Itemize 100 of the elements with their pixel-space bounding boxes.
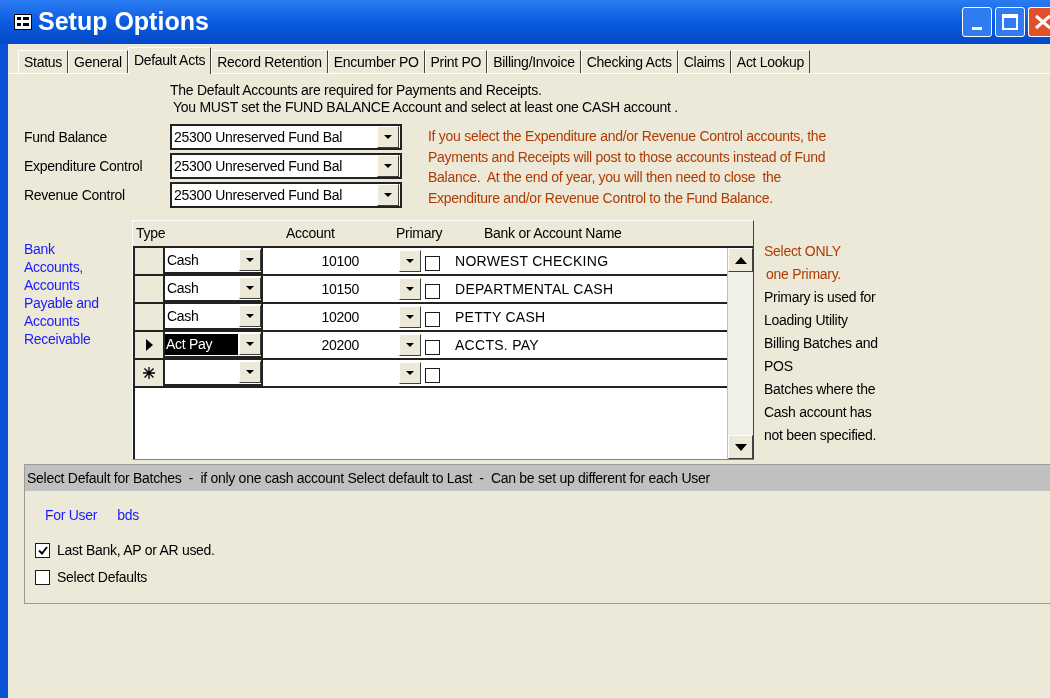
- caret-icon: [406, 286, 414, 292]
- dropdown-button[interactable]: [239, 249, 261, 271]
- warning-text: Select ONLY: [764, 242, 841, 261]
- dropdown-button[interactable]: [399, 250, 421, 272]
- help-text: Cash account has: [764, 403, 872, 422]
- tab[interactable]: Encumber PO: [327, 50, 425, 73]
- tab[interactable]: Billing/Invoice: [487, 50, 581, 73]
- grid-label: Accounts: [24, 312, 80, 330]
- caret-icon: [406, 258, 414, 264]
- tab[interactable]: General: [68, 50, 128, 73]
- dropdown-button[interactable]: [239, 333, 261, 355]
- close-button[interactable]: [1028, 7, 1050, 37]
- table-cell-text: NORWEST CHECKING: [455, 251, 609, 271]
- field-label: Revenue Control: [24, 185, 126, 205]
- checkbox[interactable]: [425, 255, 440, 271]
- checkbox[interactable]: [425, 283, 440, 299]
- account-dropdown[interactable]: 10100: [263, 248, 421, 274]
- tab[interactable]: Print PO: [424, 50, 488, 73]
- checkbox[interactable]: [425, 339, 440, 355]
- column-header: Bank or Account Name: [484, 224, 622, 243]
- field-label: Fund Balance: [24, 127, 109, 147]
- caret-icon: [246, 313, 254, 319]
- minimize-button[interactable]: [962, 7, 992, 37]
- type-dropdown[interactable]: Cash: [163, 304, 263, 330]
- caret-icon: [246, 285, 254, 291]
- tab[interactable]: Checking Acts: [580, 50, 678, 73]
- tab[interactable]: Status: [18, 50, 68, 73]
- help-text: not been specified.: [764, 426, 877, 445]
- checkbox[interactable]: [425, 367, 440, 383]
- dropdown-button[interactable]: [377, 126, 399, 148]
- maximize-button[interactable]: [995, 7, 1025, 37]
- account-dropdown[interactable]: 25300 Unreserved Fund Bal: [170, 182, 402, 208]
- dropdown-button[interactable]: [239, 305, 261, 327]
- checkbox-label: Select Defaults: [57, 568, 147, 587]
- scroll-up-button[interactable]: [728, 248, 753, 272]
- current-row-icon: [145, 339, 153, 351]
- checkbox[interactable]: [35, 570, 50, 585]
- caret-icon: [384, 163, 392, 169]
- caret-icon: [384, 134, 392, 140]
- caret-icon: [246, 341, 254, 347]
- warning-text: one Primary.: [765, 265, 841, 284]
- dropdown-button[interactable]: [377, 184, 399, 206]
- user-label: For User: [45, 506, 98, 525]
- table-cell-text: DEPARTMENTAL CASH: [455, 279, 614, 299]
- dropdown-button[interactable]: [239, 361, 261, 383]
- type-dropdown[interactable]: Cash: [163, 276, 263, 302]
- account-dropdown[interactable]: 25300 Unreserved Fund Bal: [170, 124, 402, 150]
- scroll-down-button[interactable]: [728, 435, 753, 459]
- type-dropdown[interactable]: [163, 360, 263, 386]
- help-text: Billing Batches and: [764, 334, 878, 353]
- table-cell-text: PETTY CASH: [455, 307, 546, 327]
- row-selector[interactable]: [135, 360, 163, 386]
- account-dropdown[interactable]: 10150: [263, 276, 421, 302]
- help-text: Batches where the: [764, 380, 876, 399]
- caret-icon: [406, 314, 414, 320]
- type-dropdown[interactable]: Act Pay: [163, 332, 263, 358]
- checkbox[interactable]: [35, 543, 50, 558]
- note-text: If you select the Expenditure and/or Revenue Control accounts, the: [428, 127, 826, 146]
- dropdown-button[interactable]: [399, 334, 421, 356]
- field-label: Expenditure Control: [24, 156, 144, 176]
- checkbox-label: Last Bank, AP or AR used.: [57, 541, 215, 560]
- note-text: Balance. At the end of year, you will then need to close the: [428, 168, 782, 187]
- help-text: POS: [764, 357, 793, 376]
- dropdown-button[interactable]: [377, 155, 399, 177]
- caret-icon: [384, 192, 392, 198]
- tab[interactable]: Record Retention: [211, 50, 328, 73]
- row-selector[interactable]: [135, 332, 163, 358]
- column-header: Account: [286, 224, 336, 243]
- dropdown-button[interactable]: [399, 362, 421, 384]
- grid-label: Accounts: [24, 276, 80, 294]
- type-dropdown[interactable]: Cash: [163, 248, 263, 274]
- tab[interactable]: Default Acts: [127, 47, 212, 74]
- caret-icon: [406, 342, 414, 348]
- intro-text: You MUST set the FUND BALANCE Account and select at least one CASH account .: [172, 99, 678, 116]
- tab[interactable]: Claims: [677, 50, 731, 73]
- up-arrow-icon: [734, 256, 747, 264]
- window-title: Setup Options: [38, 6, 209, 38]
- form-icon: [14, 14, 32, 30]
- dropdown-button[interactable]: [399, 306, 421, 328]
- down-arrow-icon: [734, 443, 747, 451]
- column-header: Primary: [396, 224, 444, 243]
- account-dropdown[interactable]: 10200: [263, 304, 421, 330]
- dropdown-button[interactable]: [239, 277, 261, 299]
- grid-label: Receivable: [24, 330, 91, 348]
- asterisk-icon: [143, 367, 155, 379]
- check-icon: [37, 546, 48, 555]
- dropdown-button[interactable]: [399, 278, 421, 300]
- tab[interactable]: Act Lookup: [730, 50, 811, 73]
- note-text: Expenditure and/or Revenue Control to the Fund Balance.: [428, 188, 773, 208]
- caret-icon: [246, 257, 254, 263]
- intro-text: The Default Accounts are required for Payments and Receipts.: [170, 82, 542, 99]
- grid-label: Bank: [24, 240, 55, 258]
- account-dropdown[interactable]: 20200: [263, 332, 421, 358]
- account-dropdown[interactable]: 25300 Unreserved Fund Bal: [170, 153, 402, 179]
- caret-icon: [406, 370, 414, 376]
- close-icon: [1034, 14, 1050, 30]
- checkbox[interactable]: [425, 311, 440, 327]
- group-header: Select Default for Batches - if only one cash account Select default to Last - Can be set up different for each User: [25, 465, 1050, 491]
- scrollbar[interactable]: [727, 248, 753, 459]
- help-text: Primary is used for: [764, 288, 876, 307]
